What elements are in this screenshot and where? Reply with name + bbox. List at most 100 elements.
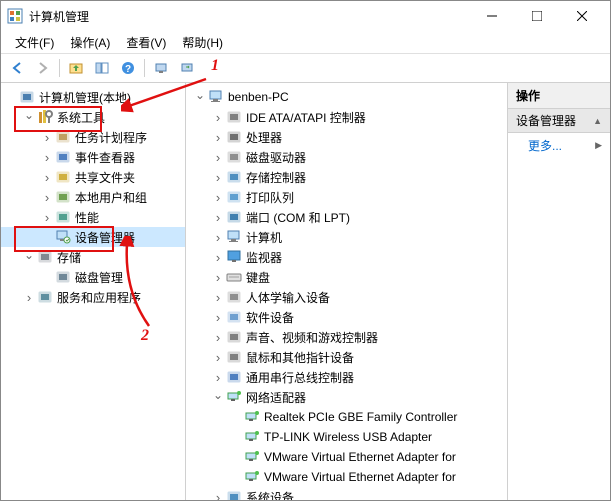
tree-item[interactable]: VMware Virtual Ethernet Adapter for: [186, 447, 507, 467]
expand-icon[interactable]: ›: [212, 171, 224, 183]
device-tree-pane[interactable]: ⌄benben-PC›IDE ATA/ATAPI 控制器›处理器›磁盘驱动器›存…: [186, 83, 508, 501]
tree-item[interactable]: ⌄网络适配器: [186, 387, 507, 407]
refresh-button[interactable]: [175, 56, 199, 80]
tree-item[interactable]: ⌄benben-PC: [186, 87, 507, 107]
tree-item[interactable]: ›共享文件夹: [1, 167, 185, 187]
expand-icon[interactable]: ›: [212, 191, 224, 203]
tree-item[interactable]: ›处理器: [186, 127, 507, 147]
tree-item[interactable]: ›任务计划程序: [1, 127, 185, 147]
expand-icon[interactable]: ›: [212, 371, 224, 383]
tree-item[interactable]: › 键盘: [186, 267, 507, 287]
tree-item[interactable]: ›事件查看器: [1, 147, 185, 167]
expand-icon[interactable]: ›: [212, 251, 224, 263]
expand-icon[interactable]: ›: [212, 351, 224, 363]
expand-icon[interactable]: ›: [212, 291, 224, 303]
tree-item[interactable]: TP-LINK Wireless USB Adapter: [186, 427, 507, 447]
tree-item[interactable]: › 监视器: [186, 247, 507, 267]
expand-icon[interactable]: ›: [41, 211, 53, 223]
disk-icon: [55, 269, 71, 285]
expand-icon[interactable]: ›: [212, 271, 224, 283]
expand-icon[interactable]: ›: [212, 151, 224, 163]
spacer: [230, 431, 242, 443]
keyboard-icon: [226, 269, 242, 285]
tree-item[interactable]: › 计算机: [186, 227, 507, 247]
pc-icon: [208, 89, 224, 105]
help-button[interactable]: ?: [116, 56, 140, 80]
tree-item[interactable]: ›通用串行总线控制器: [186, 367, 507, 387]
tree-item[interactable]: 设备管理器: [1, 227, 185, 247]
expand-icon[interactable]: ›: [41, 191, 53, 203]
collapse-icon[interactable]: ⌄: [212, 389, 224, 401]
tree-item[interactable]: ›系统设备: [186, 487, 507, 501]
tree-item-label: VMware Virtual Ethernet Adapter for: [264, 450, 456, 464]
tree-item-label: 监视器: [246, 249, 282, 266]
tree-item[interactable]: ⌄系统工具: [1, 107, 185, 127]
separator: [144, 59, 145, 77]
tree-item[interactable]: 计算机管理(本地): [1, 87, 185, 107]
soft-icon: [226, 309, 242, 325]
expand-icon[interactable]: ›: [212, 311, 224, 323]
actions-pane: 操作 设备管理器 ▲ 更多... ▶: [508, 83, 610, 501]
tree-item[interactable]: Realtek PCIe GBE Family Controller: [186, 407, 507, 427]
expand-icon[interactable]: ›: [41, 131, 53, 143]
collapse-icon[interactable]: ⌄: [23, 249, 35, 261]
tree-item[interactable]: ›IDE ATA/ATAPI 控制器: [186, 107, 507, 127]
maximize-button[interactable]: [514, 1, 559, 31]
tree-item[interactable]: ›性能: [1, 207, 185, 227]
show-hide-button[interactable]: [90, 56, 114, 80]
close-button[interactable]: [559, 1, 604, 31]
tree-item[interactable]: ›服务和应用程序: [1, 287, 185, 307]
sys-icon: [226, 489, 242, 501]
chevron-up-icon[interactable]: ▲: [593, 116, 602, 126]
tree-item-label: VMware Virtual Ethernet Adapter for: [264, 470, 456, 484]
tree-item-label: 计算机: [246, 229, 282, 246]
expand-icon[interactable]: ›: [212, 331, 224, 343]
back-button[interactable]: [5, 56, 29, 80]
tree-item[interactable]: ›人体学输入设备: [186, 287, 507, 307]
expand-icon[interactable]: ›: [41, 151, 53, 163]
minimize-button[interactable]: [469, 1, 514, 31]
tools-icon: [37, 109, 53, 125]
tree-item[interactable]: ⌄存储: [1, 247, 185, 267]
expand-icon[interactable]: ›: [212, 491, 224, 501]
up-button[interactable]: [64, 56, 88, 80]
actions-context: 设备管理器 ▲: [508, 109, 610, 133]
expand-icon[interactable]: ›: [212, 111, 224, 123]
expand-icon[interactable]: ›: [41, 171, 53, 183]
collapse-icon[interactable]: ⌄: [23, 109, 35, 121]
expand-icon[interactable]: ›: [23, 291, 35, 303]
tree-item[interactable]: ›磁盘驱动器: [186, 147, 507, 167]
expand-icon[interactable]: ›: [212, 211, 224, 223]
tree-item[interactable]: ›软件设备: [186, 307, 507, 327]
menu-view[interactable]: 查看(V): [118, 32, 174, 53]
forward-button[interactable]: [31, 56, 55, 80]
tree-item-label: 鼠标和其他指针设备: [246, 349, 354, 366]
annotation-2: 2: [141, 327, 149, 345]
actions-more[interactable]: 更多... ▶: [508, 133, 610, 158]
tree-item[interactable]: ›存储控制器: [186, 167, 507, 187]
collapse-icon[interactable]: ⌄: [194, 89, 206, 101]
menu-file[interactable]: 文件(F): [7, 32, 62, 53]
tree-item[interactable]: ›端口 (COM 和 LPT): [186, 207, 507, 227]
tree-item[interactable]: 磁盘管理: [1, 267, 185, 287]
tree-item[interactable]: ›本地用户和组: [1, 187, 185, 207]
titlebar: 计算机管理: [1, 1, 610, 31]
pc-icon: [226, 229, 242, 245]
menu-action[interactable]: 操作(A): [62, 32, 118, 53]
monitor-icon: [226, 249, 242, 265]
scan-button[interactable]: [149, 56, 173, 80]
tree-item[interactable]: VMware Virtual Ethernet Adapter for: [186, 467, 507, 487]
expand-icon[interactable]: ›: [212, 131, 224, 143]
tree-item[interactable]: › 鼠标和其他指针设备: [186, 347, 507, 367]
storage-icon: [37, 249, 53, 265]
menu-help[interactable]: 帮助(H): [174, 32, 231, 53]
ide-icon: [226, 109, 242, 125]
expand-icon[interactable]: ›: [212, 231, 224, 243]
tree-item-label: 键盘: [246, 269, 270, 286]
mouse-icon: [226, 349, 242, 365]
tree-item-label: 设备管理器: [75, 229, 135, 246]
tree-item[interactable]: ›打印队列: [186, 187, 507, 207]
spacer: [41, 271, 53, 283]
left-tree-pane[interactable]: 计算机管理(本地)⌄系统工具›任务计划程序›事件查看器›共享文件夹›本地用户和组…: [1, 83, 186, 501]
tree-item[interactable]: ›声音、视频和游戏控制器: [186, 327, 507, 347]
